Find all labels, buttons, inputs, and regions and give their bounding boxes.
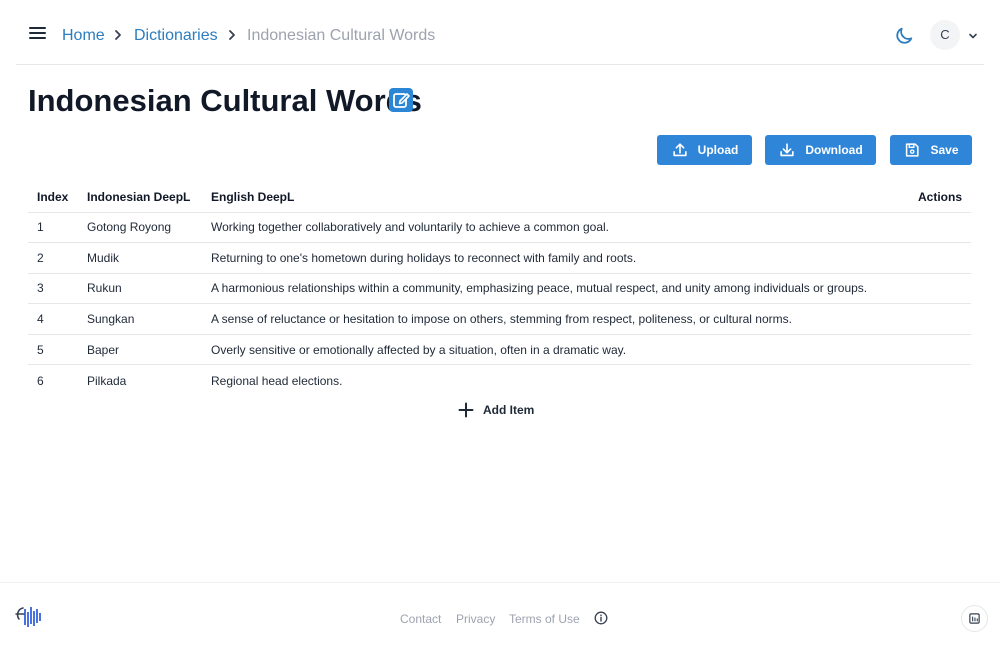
chevron-down-icon bbox=[969, 33, 977, 39]
breadcrumb-dictionaries[interactable]: Dictionaries bbox=[134, 26, 218, 46]
footer-link-privacy[interactable]: Privacy bbox=[456, 612, 495, 626]
top-header: Home Dictionaries Indonesian Cultural Wo… bbox=[16, 0, 984, 65]
cell-index: 2 bbox=[28, 242, 78, 274]
cell-actions bbox=[902, 242, 971, 274]
download-button[interactable]: Download bbox=[765, 135, 876, 165]
cell-english[interactable]: A sense of reluctance or hesitation to i… bbox=[202, 303, 902, 335]
menu-icon[interactable] bbox=[28, 24, 48, 46]
table-row: 1 Gotong Royong Working together collabo… bbox=[28, 212, 971, 244]
cell-actions bbox=[902, 303, 971, 335]
cell-english[interactable]: Regional head elections. bbox=[202, 365, 902, 396]
column-header-actions: Actions bbox=[902, 182, 971, 213]
panel-icon bbox=[969, 613, 980, 624]
upload-label: Upload bbox=[697, 143, 739, 157]
cell-index: 4 bbox=[28, 303, 78, 335]
cell-actions bbox=[902, 273, 971, 305]
cell-actions bbox=[902, 334, 971, 366]
plus-icon bbox=[458, 402, 474, 418]
cell-index: 6 bbox=[37, 373, 44, 388]
cell-english[interactable]: Returning to one's hometown during holid… bbox=[202, 242, 902, 274]
table-row: 4 Sungkan A sense of reluctance or hesit… bbox=[28, 303, 971, 335]
table-header-row: Index Indonesian DeepL English DeepL Act… bbox=[28, 182, 971, 213]
dictionary-table: Index Indonesian DeepL English DeepL Act… bbox=[28, 182, 971, 396]
chevron-right-icon bbox=[229, 30, 235, 40]
cell-indonesian[interactable]: Pilkada bbox=[78, 365, 202, 396]
cell-indonesian[interactable]: Mudik bbox=[78, 242, 202, 274]
download-icon bbox=[780, 143, 794, 157]
moon-icon[interactable] bbox=[893, 25, 915, 47]
cell-english[interactable]: Overly sensitive or emotionally affected… bbox=[202, 334, 902, 366]
breadcrumb-home[interactable]: Home bbox=[62, 26, 105, 46]
table-row: 5 Baper Overly sensitive or emotionally … bbox=[28, 334, 971, 366]
column-header-english: English DeepL bbox=[202, 182, 902, 213]
upload-icon bbox=[672, 143, 687, 157]
table-row: 6 Pilkada Regional head elections. bbox=[28, 365, 971, 396]
cell-index: 5 bbox=[28, 334, 78, 366]
edit-icon bbox=[393, 93, 410, 108]
footer-link-contact[interactable]: Contact bbox=[400, 612, 441, 626]
cell-indonesian[interactable]: Sungkan bbox=[78, 303, 202, 335]
cell-english[interactable]: A harmonious relationships within a comm… bbox=[202, 273, 902, 305]
footer-link-terms[interactable]: Terms of Use bbox=[509, 612, 580, 626]
cell-actions bbox=[902, 365, 971, 396]
cell-indonesian[interactable]: Gotong Royong bbox=[78, 212, 202, 244]
cell-actions bbox=[902, 212, 971, 244]
app-logo-icon[interactable] bbox=[14, 603, 46, 629]
upload-button[interactable]: Upload bbox=[657, 135, 752, 165]
breadcrumb-current: Indonesian Cultural Words bbox=[247, 27, 436, 44]
add-item-label: Add Item bbox=[483, 403, 535, 417]
user-menu[interactable]: C bbox=[930, 20, 988, 52]
chevron-right-icon bbox=[115, 30, 121, 40]
avatar[interactable]: C bbox=[930, 20, 960, 50]
edit-title-button[interactable] bbox=[389, 88, 413, 112]
save-button[interactable]: Save bbox=[890, 135, 972, 165]
cell-indonesian[interactable]: Baper bbox=[78, 334, 202, 366]
corner-widget-button[interactable] bbox=[961, 605, 988, 632]
table-row: 2 Mudik Returning to one's hometown duri… bbox=[28, 242, 971, 274]
column-header-index: Index bbox=[28, 182, 78, 213]
save-label: Save bbox=[930, 143, 959, 157]
footer: Contact Privacy Terms of Use bbox=[0, 582, 1000, 646]
page-title: Indonesian Cultural Words bbox=[28, 83, 422, 118]
cell-index: 3 bbox=[28, 273, 78, 305]
cell-english[interactable]: Working together collaboratively and vol… bbox=[202, 212, 902, 244]
info-icon[interactable] bbox=[594, 611, 608, 625]
add-item-button[interactable]: Add Item bbox=[458, 400, 534, 420]
table-row: 3 Rukun A harmonious relationships withi… bbox=[28, 273, 971, 305]
column-header-indonesian: Indonesian DeepL bbox=[78, 182, 202, 213]
cell-indonesian[interactable]: Rukun bbox=[78, 273, 202, 305]
download-label: Download bbox=[805, 143, 863, 157]
cell-index: 1 bbox=[28, 212, 78, 244]
save-icon bbox=[906, 143, 920, 157]
